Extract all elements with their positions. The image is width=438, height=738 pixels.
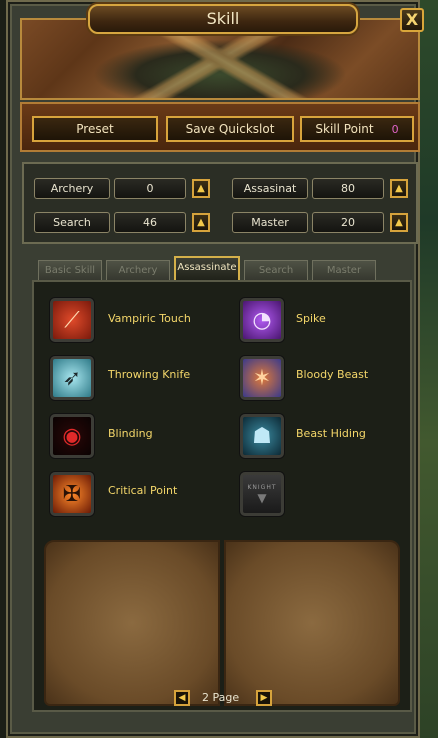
skill-tabs: Basic Skill Archery Assassinate Search M… <box>38 256 418 280</box>
preset-button[interactable]: Preset <box>32 116 158 142</box>
tab-search[interactable]: Search <box>244 260 308 280</box>
beast-hiding-icon[interactable]: ☗ <box>240 414 284 458</box>
stat-assasinat-value: 80 <box>312 178 384 199</box>
skill-point-label: Skill Point <box>315 122 374 136</box>
skill-list-panel: ⟋ Vampiric Touch ◔ Spike ➶ Throwing Knif… <box>32 280 412 712</box>
close-button[interactable]: X <box>400 8 424 32</box>
skill-name: Blinding <box>108 427 153 440</box>
spike-icon[interactable]: ◔ <box>240 298 284 342</box>
skill-point-value: 0 <box>391 123 399 136</box>
next-page-button[interactable]: ▶ <box>256 690 272 706</box>
critical-point-icon[interactable]: ✠ <box>50 472 94 516</box>
skill-point-display: Skill Point 0 <box>300 116 414 142</box>
tab-assassinate[interactable]: Assassinate <box>174 256 240 280</box>
bloody-beast-icon[interactable]: ✶ <box>240 356 284 400</box>
stat-assasinat-label: Assasinat <box>232 178 308 199</box>
stat-archery-label: Archery <box>34 178 110 199</box>
window-title: Skill <box>88 4 358 34</box>
throwing-knife-icon[interactable]: ➶ <box>50 356 94 400</box>
vampiric-touch-icon[interactable]: ⟋ <box>50 298 94 342</box>
tab-archery[interactable]: Archery <box>106 260 170 280</box>
save-quickslot-button[interactable]: Save Quickslot <box>166 116 294 142</box>
tab-master[interactable]: Master <box>312 260 376 280</box>
page-indicator: 2 Page <box>202 691 240 704</box>
toolbar: Preset Save Quickslot Skill Point 0 <box>20 102 420 152</box>
search-increase-button[interactable]: ▲ <box>192 213 210 232</box>
skill-book <box>44 540 400 710</box>
stat-search-value: 46 <box>114 212 186 233</box>
knight-label: KNIGHT <box>247 483 277 491</box>
skill-name: Bloody Beast <box>296 368 369 381</box>
skill-name: Throwing Knife <box>108 368 191 381</box>
stat-master-value: 20 <box>312 212 384 233</box>
archery-increase-button[interactable]: ▲ <box>192 179 210 198</box>
skill-name: Beast Hiding <box>296 427 366 440</box>
stat-master-label: Master <box>232 212 308 233</box>
stat-archery-value: 0 <box>114 178 186 199</box>
pager: ◀ 2 Page ▶ <box>174 690 294 708</box>
skill-name: Critical Point <box>108 484 178 497</box>
master-increase-button[interactable]: ▲ <box>390 213 408 232</box>
skill-name: Spike <box>296 312 326 325</box>
assasinat-increase-button[interactable]: ▲ <box>390 179 408 198</box>
tab-basic-skill[interactable]: Basic Skill <box>38 260 102 280</box>
blinding-icon[interactable]: ◉ <box>50 414 94 458</box>
stat-search-label: Search <box>34 212 110 233</box>
skill-name: Vampiric Touch <box>108 312 191 325</box>
knight-locked-icon: KNIGHT ▼ <box>240 472 284 516</box>
book-right-page <box>224 540 400 706</box>
stat-panel: Archery 0 ▲ Assasinat 80 ▲ Search 46 ▲ M… <box>22 162 418 244</box>
skill-window: Skill X Preset Save Quickslot Skill Poin… <box>6 0 424 738</box>
book-left-page <box>44 540 220 706</box>
prev-page-button[interactable]: ◀ <box>174 690 190 706</box>
background-scenery <box>418 0 438 738</box>
down-arrow-icon: ▼ <box>257 490 267 505</box>
